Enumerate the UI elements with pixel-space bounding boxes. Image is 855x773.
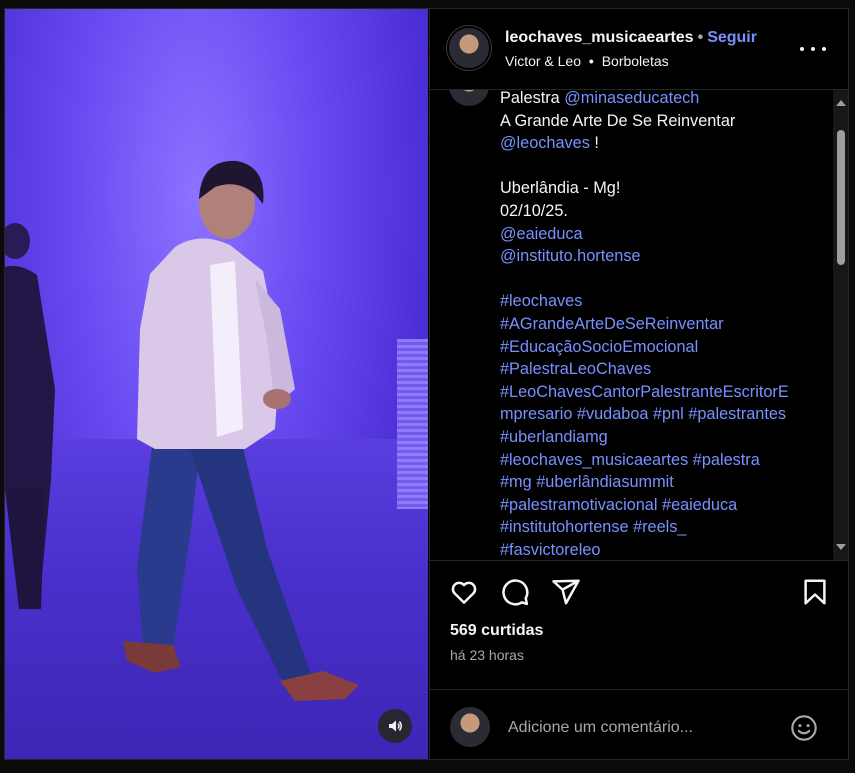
hashtag-link[interactable]: #uberlândiasummit <box>536 473 674 491</box>
post-timestamp[interactable]: há 23 horas <box>450 647 524 663</box>
hashtag-link[interactable]: #AGrandeArteDeSeReinventar <box>500 315 724 333</box>
post-actions <box>430 561 849 621</box>
speaker-person <box>123 160 359 701</box>
background-person <box>5 223 55 609</box>
caption-author-avatar[interactable] <box>449 90 489 106</box>
caption-text: Palestra @minaseducatech A Grande Arte De… <box>500 90 822 560</box>
comment-input[interactable] <box>506 714 780 742</box>
current-user-avatar <box>450 707 490 747</box>
caption-line: mpresario #vudaboa #pnl #palestrantes <box>500 403 822 426</box>
caption-line <box>500 155 822 178</box>
post-side-panel: leochaves_musicaeartes • Seguir Victor & L… <box>429 9 849 759</box>
hashtag-link[interactable]: #palestra <box>693 451 760 469</box>
follow-button[interactable]: Seguir <box>707 29 757 46</box>
mention-link[interactable]: @instituto.hortense <box>500 247 641 265</box>
caption-line <box>500 268 822 291</box>
hashtag-link[interactable]: #leochaves_musicaeartes <box>500 451 688 469</box>
caption-line: #leochaves <box>500 290 822 313</box>
audio-song[interactable]: Borboletas <box>602 53 669 69</box>
speaker-icon <box>389 720 402 732</box>
audio-info[interactable]: Victor & Leo • Borboletas <box>505 53 669 69</box>
scroll-down-arrow-icon[interactable] <box>836 544 846 550</box>
hashtag-link[interactable]: #EducaçãoSocioEmocional <box>500 338 698 356</box>
caption-line: 02/10/25. <box>500 200 822 223</box>
caption-line: #AGrandeArteDeSeReinventar <box>500 313 822 336</box>
more-options-button[interactable] <box>800 39 826 59</box>
caption-scroll-area[interactable]: Palestra @minaseducatech A Grande Arte De… <box>430 90 849 561</box>
mention-link[interactable]: @eaieduca <box>500 225 583 243</box>
hashtag-link[interactable]: #palestramotivacional <box>500 496 657 514</box>
caption-text-segment: A Grande Arte De Se Reinventar <box>500 111 736 130</box>
audio-separator: • <box>588 53 594 69</box>
caption-line: #leochaves_musicaeartes #palestra <box>500 449 822 472</box>
hashtag-link[interactable]: #LeoChavesCantorPalestranteEscritorE <box>500 383 789 401</box>
reel-video[interactable] <box>5 9 428 759</box>
author-username[interactable]: leochaves_musicaeartes <box>505 29 694 46</box>
more-dot <box>822 47 826 51</box>
caption-line: Palestra @minaseducatech <box>500 90 822 110</box>
hashtag-link[interactable]: #mg <box>500 473 532 491</box>
caption-line: #EducaçãoSocioEmocional <box>500 336 822 359</box>
comment-bar <box>430 689 849 760</box>
likes-count[interactable]: 569 curtidas <box>450 622 543 640</box>
comment-icon[interactable] <box>500 577 530 607</box>
emoji-icon[interactable] <box>790 714 818 742</box>
caption-text-segment: Uberlândia - Mg! <box>500 179 621 198</box>
caption-line: A Grande Arte De Se Reinventar <box>500 110 822 133</box>
caption-line: #fasvictoreleo <box>500 539 822 560</box>
separator-dot: • <box>697 29 704 46</box>
hashtag-link[interactable]: #pnl <box>653 405 684 423</box>
more-horizontal-icon <box>800 47 804 51</box>
hashtag-link[interactable]: #leochaves <box>500 292 582 310</box>
caption-line: Uberlândia - Mg! <box>500 177 822 200</box>
bookmark-icon[interactable] <box>800 577 830 607</box>
caption-line: #LeoChavesCantorPalestranteEscritorE <box>500 381 822 404</box>
post-modal: leochaves_musicaeartes • Seguir Victor & L… <box>4 8 849 760</box>
post-header: leochaves_musicaeartes • Seguir Victor & L… <box>430 9 849 90</box>
caption-text-segment: 02/10/25. <box>500 201 568 220</box>
caption-line: #PalestraLeoChaves <box>500 358 822 381</box>
caption-scrollbar[interactable] <box>833 90 848 560</box>
video-scene <box>5 160 359 701</box>
hashtag-link[interactable]: #palestrantes <box>688 405 786 423</box>
share-icon[interactable] <box>551 577 581 607</box>
caption-line: #mg #uberlândiasummit <box>500 471 822 494</box>
caption-text-segment: ! <box>589 134 599 153</box>
caption-text-segment: Palestra <box>500 90 565 107</box>
heart-icon[interactable] <box>449 577 479 607</box>
author-avatar[interactable] <box>449 28 489 68</box>
hashtag-link[interactable]: #eaieduca <box>662 496 737 514</box>
caption-line: #palestramotivacional #eaieduca <box>500 494 822 517</box>
more-dot <box>811 47 815 51</box>
audio-toggle-button[interactable] <box>378 709 412 743</box>
scrollbar-thumb[interactable] <box>837 130 845 265</box>
caption-line: #institutohortense #reels_ <box>500 516 822 539</box>
hashtag-link[interactable]: mpresario <box>500 405 572 423</box>
caption-line: #uberlandiamg <box>500 426 822 449</box>
hashtag-link[interactable]: #vudaboa <box>577 405 649 423</box>
hashtag-link[interactable]: #reels_ <box>633 518 686 536</box>
header-title-line: leochaves_musicaeartes • Seguir <box>505 29 757 47</box>
hashtag-link[interactable]: #PalestraLeoChaves <box>500 360 651 378</box>
caption-line: @instituto.hortense <box>500 245 822 268</box>
mention-link[interactable]: @minaseducatech <box>564 90 699 107</box>
scroll-up-arrow-icon[interactable] <box>836 100 846 106</box>
hashtag-link[interactable]: #uberlandiamg <box>500 428 608 446</box>
hashtag-link[interactable]: #fasvictoreleo <box>500 541 600 559</box>
audio-artist[interactable]: Victor & Leo <box>505 53 581 69</box>
caption-line: @leochaves ! <box>500 132 822 155</box>
caption-line: @eaieduca <box>500 223 822 246</box>
hashtag-link[interactable]: #institutohortense <box>500 518 629 536</box>
mention-link[interactable]: @leochaves <box>500 134 590 152</box>
